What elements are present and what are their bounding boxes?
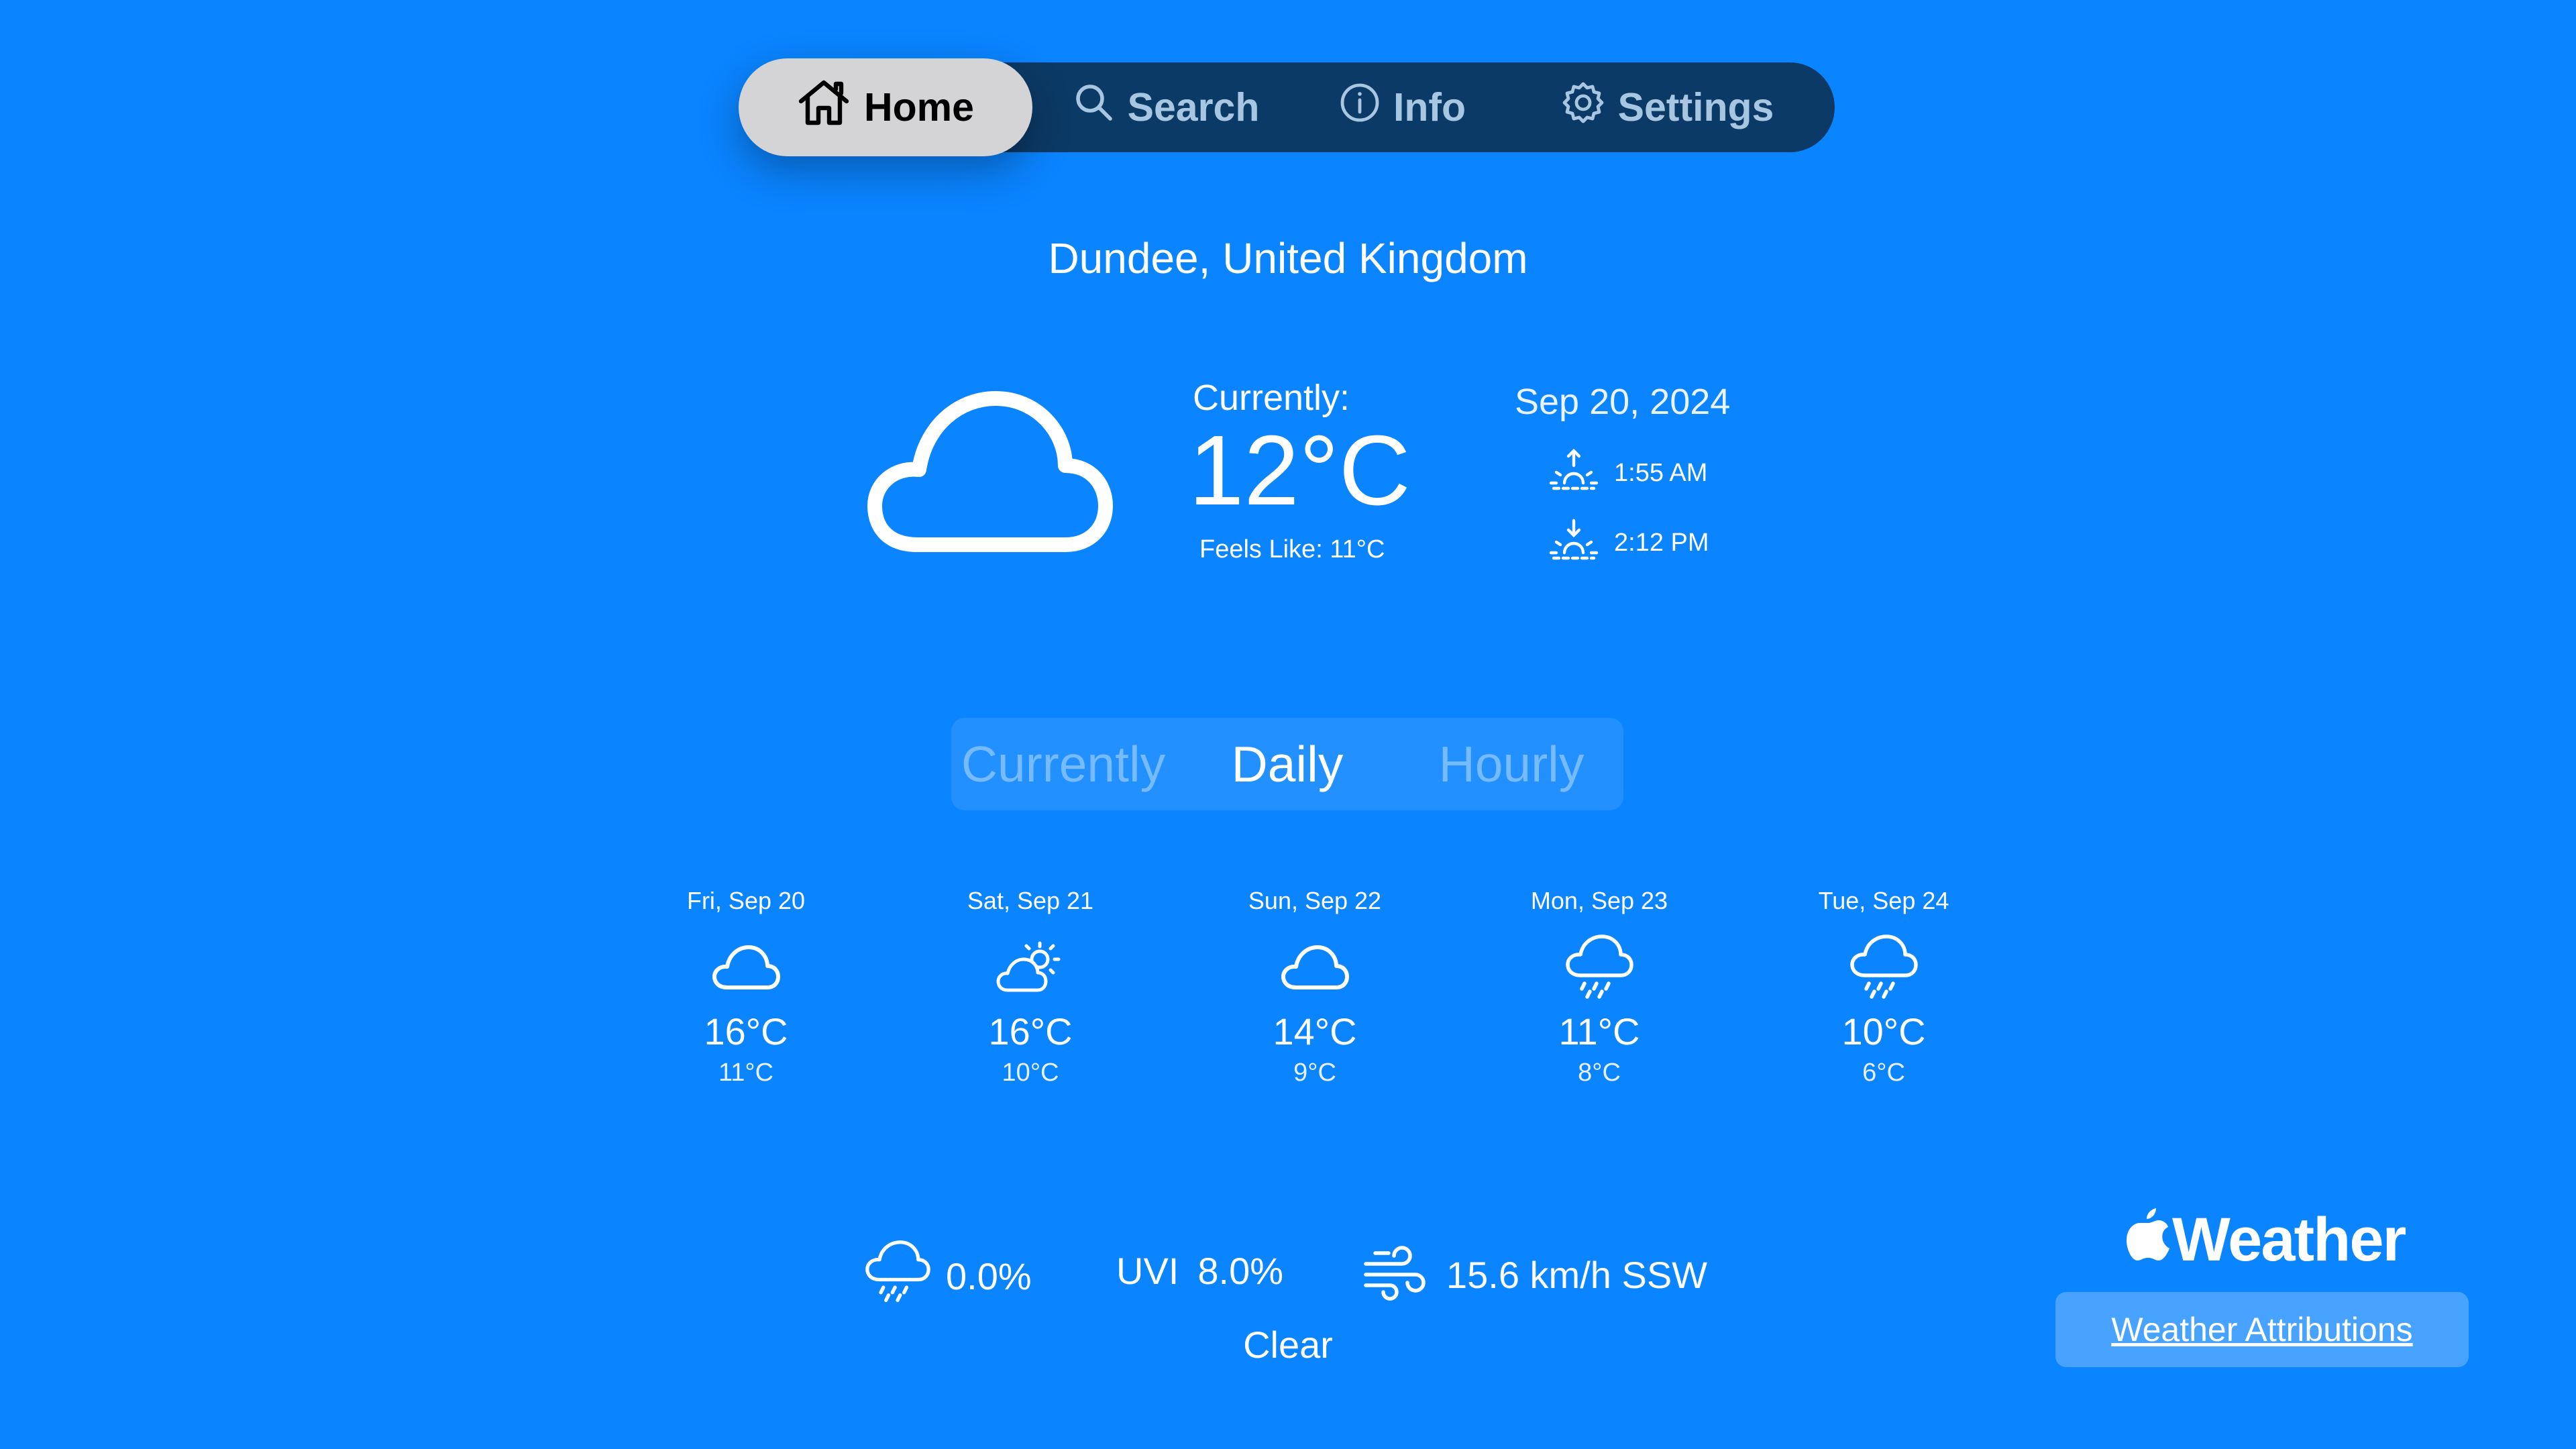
- brand-name: Weather: [2172, 1205, 2406, 1274]
- info-circle-icon: [1340, 83, 1393, 132]
- wind-icon: [1362, 1238, 1446, 1311]
- day-date: Sat, Sep 21: [967, 887, 1094, 914]
- sunset-icon: [1548, 518, 1614, 568]
- sunset-row: 2:12 PM: [1548, 518, 1709, 568]
- weather-app: Home Search Info Settings Dundee, United…: [0, 0, 2576, 1449]
- cloud-icon: [864, 384, 1114, 560]
- daily-forecast-item: Mon, Sep 23 11°C 8°C: [1485, 887, 1713, 1087]
- tab-bar: Home Search Info Settings: [739, 58, 1835, 156]
- gear-icon: [1562, 81, 1618, 133]
- currently-label: Currently:: [1193, 378, 1350, 418]
- day-high: 16°C: [704, 1010, 788, 1053]
- day-low: 9°C: [1293, 1059, 1336, 1087]
- tab-settings[interactable]: Settings: [1534, 62, 1802, 152]
- magnifier-icon: [1074, 83, 1128, 132]
- segment-daily[interactable]: Daily: [1175, 718, 1399, 810]
- uvi-value: 8.0%: [1197, 1250, 1283, 1292]
- daily-forecast-item: Sat, Sep 21 16°C 10°C: [916, 887, 1144, 1087]
- day-date: Mon, Sep 23: [1530, 887, 1668, 914]
- day-high: 10°C: [1841, 1010, 1926, 1053]
- daily-forecast-item: Tue, Sep 24 10°C 6°C: [1770, 887, 1998, 1087]
- day-low: 11°C: [718, 1059, 774, 1087]
- rain-cloud-icon: [1564, 934, 1634, 1001]
- wind-stat: 15.6 km/h SSW: [1362, 1238, 1707, 1311]
- tab-search-label: Search: [1127, 85, 1260, 129]
- wind-value: 15.6 km/h SSW: [1446, 1254, 1708, 1296]
- tab-home[interactable]: Home: [739, 58, 1032, 156]
- tab-settings-label: Settings: [1617, 85, 1774, 129]
- apple-logo-icon: [2127, 1205, 2172, 1275]
- daily-forecast-item: Fri, Sep 20 16°C 11°C: [632, 887, 860, 1087]
- segment-currently[interactable]: Currently: [951, 718, 1175, 810]
- day-high: 14°C: [1273, 1010, 1357, 1053]
- uvi-stat: UVI 8.0%: [1116, 1249, 1283, 1293]
- sunrise-time: 1:55 AM: [1614, 458, 1708, 487]
- weather-brand: Weather: [2127, 1205, 2406, 1275]
- uvi-label: UVI: [1116, 1250, 1179, 1292]
- day-date: Fri, Sep 20: [686, 887, 806, 914]
- precipitation-value: 0.0%: [946, 1255, 1032, 1297]
- day-low: 8°C: [1578, 1059, 1621, 1087]
- sunset-time: 2:12 PM: [1614, 528, 1709, 557]
- current-date: Sep 20, 2024: [1515, 382, 1731, 422]
- day-high: 11°C: [1558, 1010, 1640, 1053]
- tab-home-label: Home: [864, 85, 974, 129]
- day-date: Sun, Sep 22: [1248, 887, 1382, 914]
- forecast-segmented-control: Currently Daily Hourly: [951, 718, 1623, 810]
- tab-search[interactable]: Search: [1053, 62, 1281, 152]
- day-high: 16°C: [988, 1010, 1073, 1053]
- tab-info-label: Info: [1393, 85, 1466, 129]
- precipitation-stat: 0.0%: [864, 1238, 1032, 1314]
- location-title: Dundee, United Kingdom: [1048, 234, 1528, 282]
- cloud-icon: [1280, 934, 1350, 1001]
- sunrise-row: 1:55 AM: [1548, 448, 1707, 498]
- day-date: Tue, Sep 24: [1818, 887, 1949, 914]
- cloud-icon: [711, 934, 781, 1001]
- partly-sunny-icon: [996, 934, 1065, 1001]
- feels-like: Feels Like: 11°C: [1199, 535, 1385, 564]
- day-low: 6°C: [1862, 1059, 1905, 1087]
- current-temperature: 12°C: [1189, 415, 1411, 526]
- segment-hourly[interactable]: Hourly: [1399, 718, 1623, 810]
- daily-forecast-item: Sun, Sep 22 14°C 9°C: [1201, 887, 1429, 1087]
- house-icon: [797, 78, 864, 136]
- day-low: 10°C: [1002, 1059, 1059, 1087]
- rain-cloud-icon: [864, 1238, 946, 1314]
- weather-attributions-link[interactable]: Weather Attributions: [2055, 1292, 2469, 1367]
- tab-info[interactable]: Info: [1322, 62, 1483, 152]
- rain-cloud-icon: [1849, 934, 1919, 1001]
- sunrise-icon: [1548, 448, 1614, 498]
